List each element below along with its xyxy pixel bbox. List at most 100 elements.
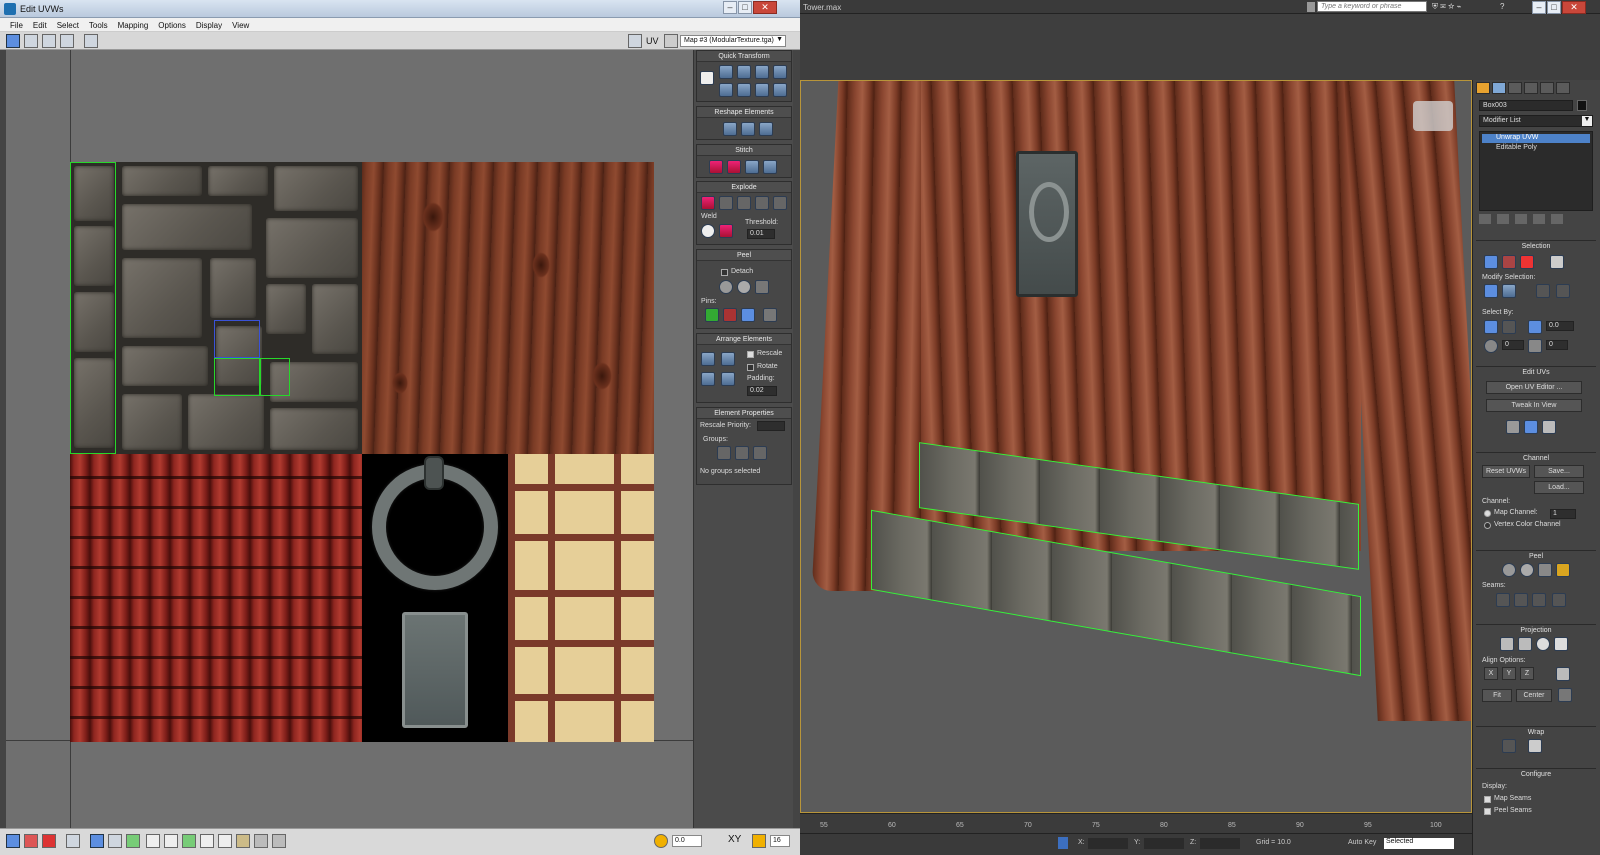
spherical-map-icon[interactable] — [1536, 637, 1550, 651]
infocenter-icons[interactable]: ⛨ ✉ ☆ ⌁ — [1432, 2, 1486, 12]
loop-selection-icon[interactable] — [1536, 284, 1550, 298]
weld-selected-icon[interactable] — [719, 224, 733, 238]
display-tab-icon[interactable] — [1540, 82, 1554, 94]
uv-shell-blue[interactable] — [214, 320, 260, 358]
grow-ring-icon[interactable] — [200, 834, 214, 848]
pin-stack-icon[interactable] — [1479, 214, 1491, 224]
motion-tab-icon[interactable] — [1524, 82, 1538, 94]
bottom-value-2[interactable]: 16 — [770, 835, 790, 847]
align-icon[interactable] — [719, 65, 733, 79]
make-unique-icon[interactable] — [1515, 214, 1527, 224]
element-mode-icon[interactable] — [66, 834, 80, 848]
minimize-button[interactable]: – — [723, 1, 737, 14]
stitch-target-icon[interactable] — [727, 160, 741, 174]
menu-options[interactable]: Options — [158, 21, 186, 31]
quick-peel-icon[interactable] — [719, 280, 733, 294]
stitch-header[interactable]: Stitch — [697, 145, 791, 156]
pivot-icon[interactable] — [700, 71, 714, 85]
rescale-priority-spinner[interactable] — [757, 421, 785, 431]
cylindrical-map-icon[interactable] — [1518, 637, 1532, 651]
group-select-group-icon[interactable] — [753, 446, 767, 460]
menu-view[interactable]: View — [232, 21, 249, 31]
peel-seams-checkbox[interactable] — [1484, 808, 1491, 815]
object-color-swatch[interactable] — [1577, 100, 1587, 111]
uv-shell-selected-strip[interactable] — [70, 162, 116, 454]
vertex-select-icon[interactable] — [1484, 255, 1498, 269]
soft-selection-icon[interactable] — [654, 834, 668, 848]
planar-align-icon[interactable] — [1524, 420, 1538, 434]
menu-file[interactable]: File — [10, 21, 23, 31]
menu-tools[interactable]: Tools — [89, 21, 108, 31]
point-to-point-seams-icon[interactable] — [1514, 593, 1528, 607]
quick-transform-header[interactable]: Quick Transform — [697, 51, 791, 62]
align-x-button[interactable]: X — [1484, 667, 1498, 680]
planar-map-icon[interactable] — [1500, 637, 1514, 651]
box-map-icon[interactable] — [1554, 637, 1568, 651]
utilities-tab-icon[interactable] — [1556, 82, 1570, 94]
weld-target-icon[interactable] — [701, 224, 715, 238]
display-map-icon[interactable] — [1542, 420, 1556, 434]
break-icon[interactable] — [737, 196, 751, 210]
stitch-source-icon[interactable] — [763, 160, 777, 174]
face-mode-icon[interactable] — [42, 834, 56, 848]
rotate-checkbox[interactable] — [747, 364, 754, 371]
peel-panel-header[interactable]: Peel — [1476, 551, 1596, 562]
select-by-edge-icon[interactable] — [1502, 320, 1516, 334]
peel-mode-icon[interactable] — [737, 280, 751, 294]
help-icon[interactable]: ? — [1500, 2, 1512, 12]
map-channel-radio[interactable] — [1484, 510, 1491, 517]
key-filter-select[interactable]: Selected — [1384, 838, 1454, 849]
peel-header[interactable]: Peel — [697, 250, 791, 261]
select-pinned-icon[interactable] — [763, 308, 777, 322]
explode-all-icon[interactable] — [773, 196, 787, 210]
pack-normalize-icon[interactable] — [721, 352, 735, 366]
reset-uvws-button[interactable]: Reset UVWs — [1482, 465, 1530, 478]
explode-header[interactable]: Explode — [697, 182, 791, 193]
scale-tool-icon[interactable] — [42, 34, 56, 48]
max-close-button[interactable]: ✕ — [1562, 1, 1586, 14]
quick-peel-panel-icon[interactable] — [1502, 563, 1516, 577]
group-select-icon[interactable] — [717, 446, 731, 460]
convert-edges-icon[interactable] — [1556, 563, 1570, 577]
selection-header[interactable]: Selection — [1476, 241, 1596, 252]
object-name-field[interactable]: Box003 — [1479, 100, 1573, 111]
polygon-select-icon[interactable] — [1520, 255, 1534, 269]
stitch-custom-icon[interactable] — [709, 160, 723, 174]
select-by-element-icon[interactable] — [1484, 320, 1498, 334]
spline-map-icon[interactable] — [1502, 739, 1516, 753]
shrink-icon[interactable] — [164, 834, 178, 848]
grow-loop-icon[interactable] — [182, 834, 196, 848]
expand-seams-icon[interactable] — [1552, 593, 1566, 607]
fit-button[interactable]: Fit — [1482, 689, 1512, 702]
remove-modifier-icon[interactable] — [1533, 214, 1545, 224]
select-by-angle-icon[interactable] — [1528, 320, 1542, 334]
loop-icon[interactable] — [108, 834, 122, 848]
detach-checkbox[interactable] — [721, 269, 728, 276]
map-channel-spinner[interactable]: 1 — [1550, 509, 1576, 519]
projection-header[interactable]: Projection — [1476, 625, 1596, 636]
modifier-list-dropdown[interactable]: Modifier List ▼ — [1479, 115, 1593, 127]
planar-select-icon[interactable] — [1528, 339, 1542, 353]
map-select-dropdown[interactable]: Map #3 (ModularTexture.tga) ▼ — [680, 35, 786, 47]
uv-shell-green-right[interactable] — [260, 358, 290, 396]
quick-planar-icon[interactable] — [1506, 420, 1520, 434]
soft-select-icon[interactable] — [1484, 339, 1498, 353]
uv-channel-icon[interactable] — [628, 34, 642, 48]
align-h-icon[interactable] — [737, 83, 751, 97]
brush-size-icon[interactable] — [254, 834, 268, 848]
edge-sel-to-seams-icon[interactable] — [1532, 593, 1546, 607]
hierarchy-tab-icon[interactable] — [1508, 82, 1522, 94]
uv-canvas[interactable] — [6, 50, 693, 828]
arrange-header[interactable]: Arrange Elements — [697, 334, 791, 345]
ring-selection-icon[interactable] — [1556, 284, 1570, 298]
space-icon[interactable] — [773, 65, 787, 79]
create-tab-icon[interactable] — [1476, 82, 1490, 94]
autokey-button[interactable]: Auto Key — [1348, 839, 1376, 846]
pack-rescale-icon[interactable] — [721, 372, 735, 386]
selection-lock-icon[interactable] — [1058, 837, 1068, 849]
threshold-spinner[interactable]: 0.01 — [747, 229, 775, 239]
edge-mode-icon[interactable] — [24, 834, 38, 848]
y-coord-field[interactable] — [1144, 838, 1184, 849]
straighten-icon[interactable] — [737, 65, 751, 79]
center-button[interactable]: Center — [1516, 689, 1552, 702]
